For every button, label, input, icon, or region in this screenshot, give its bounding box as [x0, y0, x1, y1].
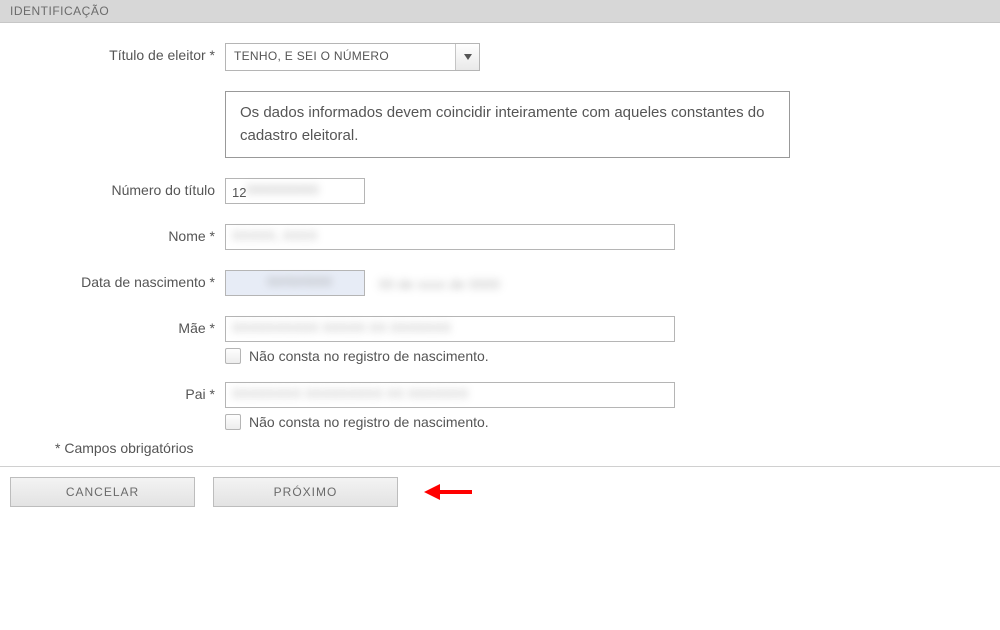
row-notice: Os dados informados devem coincidir inte… [30, 91, 970, 158]
pai-checkbox[interactable] [225, 414, 241, 430]
data-nascimento-aux: 00 de xxxx de 0000 [379, 276, 500, 292]
data-nascimento-input[interactable]: 00/00/0000 [225, 270, 365, 296]
row-pai: Pai * XXXXXXXX XXXXXXXXX XX XXXXXXX Não … [30, 382, 970, 430]
nome-input[interactable]: XXXXX, XXXX [225, 224, 675, 250]
row-data-nascimento: Data de nascimento * 00/00/0000 00 de xx… [30, 270, 970, 296]
section-header: IDENTIFICAÇÃO [0, 0, 1000, 23]
mae-checkbox[interactable] [225, 348, 241, 364]
identification-form: Título de eleitor * TENHO, E SEI O NÚMER… [0, 23, 1000, 466]
notice-text: Os dados informados devem coincidir inte… [225, 91, 790, 158]
label-data-nascimento: Data de nascimento * [30, 270, 225, 290]
required-fields-note: * Campos obrigatórios [55, 440, 970, 456]
titulo-eleitor-select[interactable]: TENHO, E SEI O NÚMERO [225, 43, 480, 71]
row-nome: Nome * XXXXX, XXXX [30, 224, 970, 250]
chevron-down-icon [455, 44, 479, 70]
cancel-button[interactable]: CANCELAR [10, 477, 195, 507]
titulo-eleitor-value: TENHO, E SEI O NÚMERO [226, 44, 455, 70]
mae-checkbox-label: Não consta no registro de nascimento. [249, 348, 489, 364]
pai-checkbox-label: Não consta no registro de nascimento. [249, 414, 489, 430]
button-bar: CANCELAR PRÓXIMO [0, 466, 1000, 517]
mae-checkbox-row: Não consta no registro de nascimento. [225, 348, 970, 364]
next-button[interactable]: PRÓXIMO [213, 477, 398, 507]
label-nome: Nome * [30, 224, 225, 244]
arrow-annotation-icon [424, 482, 472, 502]
mae-input[interactable]: XXXXXXXXXX XXXXX XX XXXXXXX [225, 316, 675, 342]
row-mae: Mãe * XXXXXXXXXX XXXXX XX XXXXXXX Não co… [30, 316, 970, 364]
label-numero-titulo: Número do título [30, 178, 225, 198]
row-numero-titulo: Número do título 120000000000 [30, 178, 970, 204]
numero-titulo-input[interactable]: 120000000000 [225, 178, 365, 204]
label-pai: Pai * [30, 382, 225, 402]
pai-checkbox-row: Não consta no registro de nascimento. [225, 414, 970, 430]
pai-input[interactable]: XXXXXXXX XXXXXXXXX XX XXXXXXX [225, 382, 675, 408]
label-titulo-eleitor: Título de eleitor * [30, 43, 225, 63]
label-mae: Mãe * [30, 316, 225, 336]
row-titulo-eleitor: Título de eleitor * TENHO, E SEI O NÚMER… [30, 43, 970, 71]
section-title: IDENTIFICAÇÃO [10, 4, 109, 18]
